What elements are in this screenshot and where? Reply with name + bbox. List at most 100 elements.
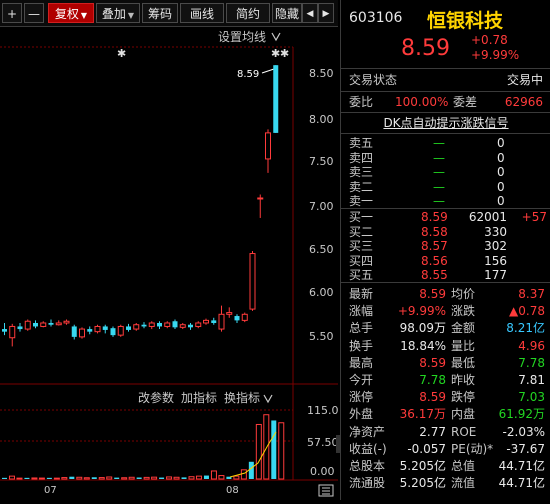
volume-bar xyxy=(2,477,7,479)
stat-label: 跌停 xyxy=(451,390,476,405)
hide-button[interactable]: 隐藏 xyxy=(272,3,302,23)
stat-label: 涨幅 xyxy=(349,304,374,319)
candle-body xyxy=(33,322,38,327)
zoom-in-button[interactable]: + xyxy=(2,3,22,23)
buy-order-label: 买五 xyxy=(349,268,374,282)
stat-label: 内盘 xyxy=(451,407,476,422)
candle-body xyxy=(195,322,202,327)
stat-row: 涨停 8.59 跌停 7.03 xyxy=(341,388,550,406)
chart-toolbar: + — 复权 ▼ 叠加 ▼ 筹码 画线 简约 隐藏 ◀ ▶ xyxy=(0,0,338,27)
price-change: +0.78 xyxy=(471,33,508,47)
sell-order-price: — xyxy=(433,165,445,179)
divider xyxy=(341,91,550,92)
buy-order-row: 买四 8.56 156 xyxy=(341,254,550,268)
stat-label: 净资产 xyxy=(349,424,386,439)
stat-label: 涨跌 xyxy=(451,304,476,319)
candle-body xyxy=(94,325,101,333)
volume-bar xyxy=(195,475,202,480)
volume-bar xyxy=(203,475,209,479)
chevron-down-icon xyxy=(263,394,273,404)
kline-chart[interactable]: 设置均线 ✱ ✱ ✱ 8.50 8.00 7.50 7.00 6.50 6.00… xyxy=(0,27,346,500)
stat-value: 7.78 xyxy=(518,355,545,370)
ma-setting-button[interactable]: 设置均线 xyxy=(218,30,266,44)
fuquan-dropdown[interactable]: 复权 ▼ xyxy=(48,3,94,23)
candle-body xyxy=(117,325,124,336)
buy-order-label: 买一 xyxy=(349,210,374,224)
sell-order-volume: 0 xyxy=(497,179,505,194)
buy-order-price: 8.58 xyxy=(421,224,448,239)
scroll-left-button[interactable]: ◀ xyxy=(302,3,318,23)
candle-body xyxy=(71,326,77,337)
divider xyxy=(341,112,550,113)
stat-row: 流通股 5.205亿 流值 44.71亿 xyxy=(341,474,550,492)
sell-order-row: 卖三 — 0 xyxy=(341,165,550,179)
volume-bar xyxy=(159,477,165,479)
buy-order-volume: 177 xyxy=(484,268,507,282)
volume-bars xyxy=(2,414,285,480)
draw-line-button[interactable]: 画线 xyxy=(180,3,224,23)
date-tick: 08 xyxy=(226,485,239,496)
buy-order-volume: 156 xyxy=(484,253,507,268)
stock-code: 603106 xyxy=(349,10,403,26)
stat-value: 8.59 xyxy=(419,390,446,405)
stat-row: 总手 98.09万 金额 8.21亿 xyxy=(341,319,550,337)
high-price-pointer xyxy=(261,68,275,74)
star-marker: ✱ xyxy=(280,47,289,60)
sell-order-volume: 0 xyxy=(497,136,505,150)
candle-body xyxy=(141,324,147,327)
volume-bar xyxy=(181,477,187,479)
volume-bar xyxy=(143,476,150,480)
sell-order-price: — xyxy=(433,150,445,165)
candle-body xyxy=(110,328,116,336)
sell-order-row: 卖一 — 0 xyxy=(341,194,550,208)
volume-bar xyxy=(121,477,128,480)
volume-bar xyxy=(248,461,254,479)
zoom-out-button[interactable]: — xyxy=(24,3,44,23)
change-params-button[interactable]: 改参数 xyxy=(138,390,174,405)
sell-order-label: 卖五 xyxy=(349,136,374,150)
stat-label: 外盘 xyxy=(349,407,374,422)
candle-body xyxy=(265,132,271,160)
volume-bar xyxy=(53,477,60,480)
stat-row: 最新 8.59 均价 8.37 xyxy=(341,285,550,303)
stat-row: 换手 18.84% 量比 4.96 xyxy=(341,337,550,355)
add-indicator-button[interactable]: 加指标 xyxy=(181,390,217,405)
chevron-down-icon: ▼ xyxy=(80,11,88,20)
candle-body xyxy=(17,326,23,330)
buy-order-label: 买四 xyxy=(349,253,374,268)
simple-mode-button[interactable]: 简约 xyxy=(226,3,270,23)
buy-order-label: 买三 xyxy=(349,239,374,253)
quote-panel: 603106 恒银科技 8.59 +0.78 +9.99% 交易状态 交易中 委… xyxy=(340,0,550,500)
scroll-right-button[interactable]: ▶ xyxy=(318,3,334,23)
stat-value: 98.09万 xyxy=(399,321,446,336)
sell-order-price: — xyxy=(433,194,445,208)
overlay-dropdown[interactable]: 叠加 ▼ xyxy=(96,3,140,23)
price-tick: 7.50 xyxy=(309,155,334,168)
candle-body xyxy=(257,197,264,200)
volume-bar xyxy=(151,476,158,480)
trade-status-value: 交易中 xyxy=(506,73,543,87)
buy-order-volume: 62001 xyxy=(468,210,507,224)
volume-tick: 115.00 xyxy=(307,404,338,417)
price-tick: 8.50 xyxy=(309,67,334,80)
volume-bar xyxy=(218,475,225,480)
switch-indicator-button[interactable]: 换指标 xyxy=(224,390,260,405)
stat-label: 最低 xyxy=(451,355,476,370)
volume-bar xyxy=(61,477,68,480)
dk-signal-link[interactable]: DK点自动提示涨跌信号 xyxy=(341,114,550,132)
buy-order-row: 买五 8.55 177 xyxy=(341,268,550,282)
candle-body xyxy=(179,324,186,328)
chips-button[interactable]: 筹码 xyxy=(142,3,178,23)
buy-order-price: 8.56 xyxy=(421,253,448,268)
kline-chart-area[interactable]: 设置均线 ✱ ✱ ✱ 8.50 8.00 7.50 7.00 6.50 6.00… xyxy=(0,27,346,500)
buy-order-volume: 302 xyxy=(484,239,507,253)
volume-bar xyxy=(128,476,135,480)
candle-body xyxy=(188,324,193,328)
sell-order-volume: 0 xyxy=(497,165,505,179)
stat-value: 7.81 xyxy=(518,373,545,387)
stat-row: 总股本 5.205亿 总值 44.71亿 xyxy=(341,457,550,475)
volume-bar xyxy=(278,422,285,480)
sell-order-price: — xyxy=(433,136,445,150)
sell-order-volume: 0 xyxy=(497,150,505,165)
stat-value: 2.77 xyxy=(419,424,446,439)
